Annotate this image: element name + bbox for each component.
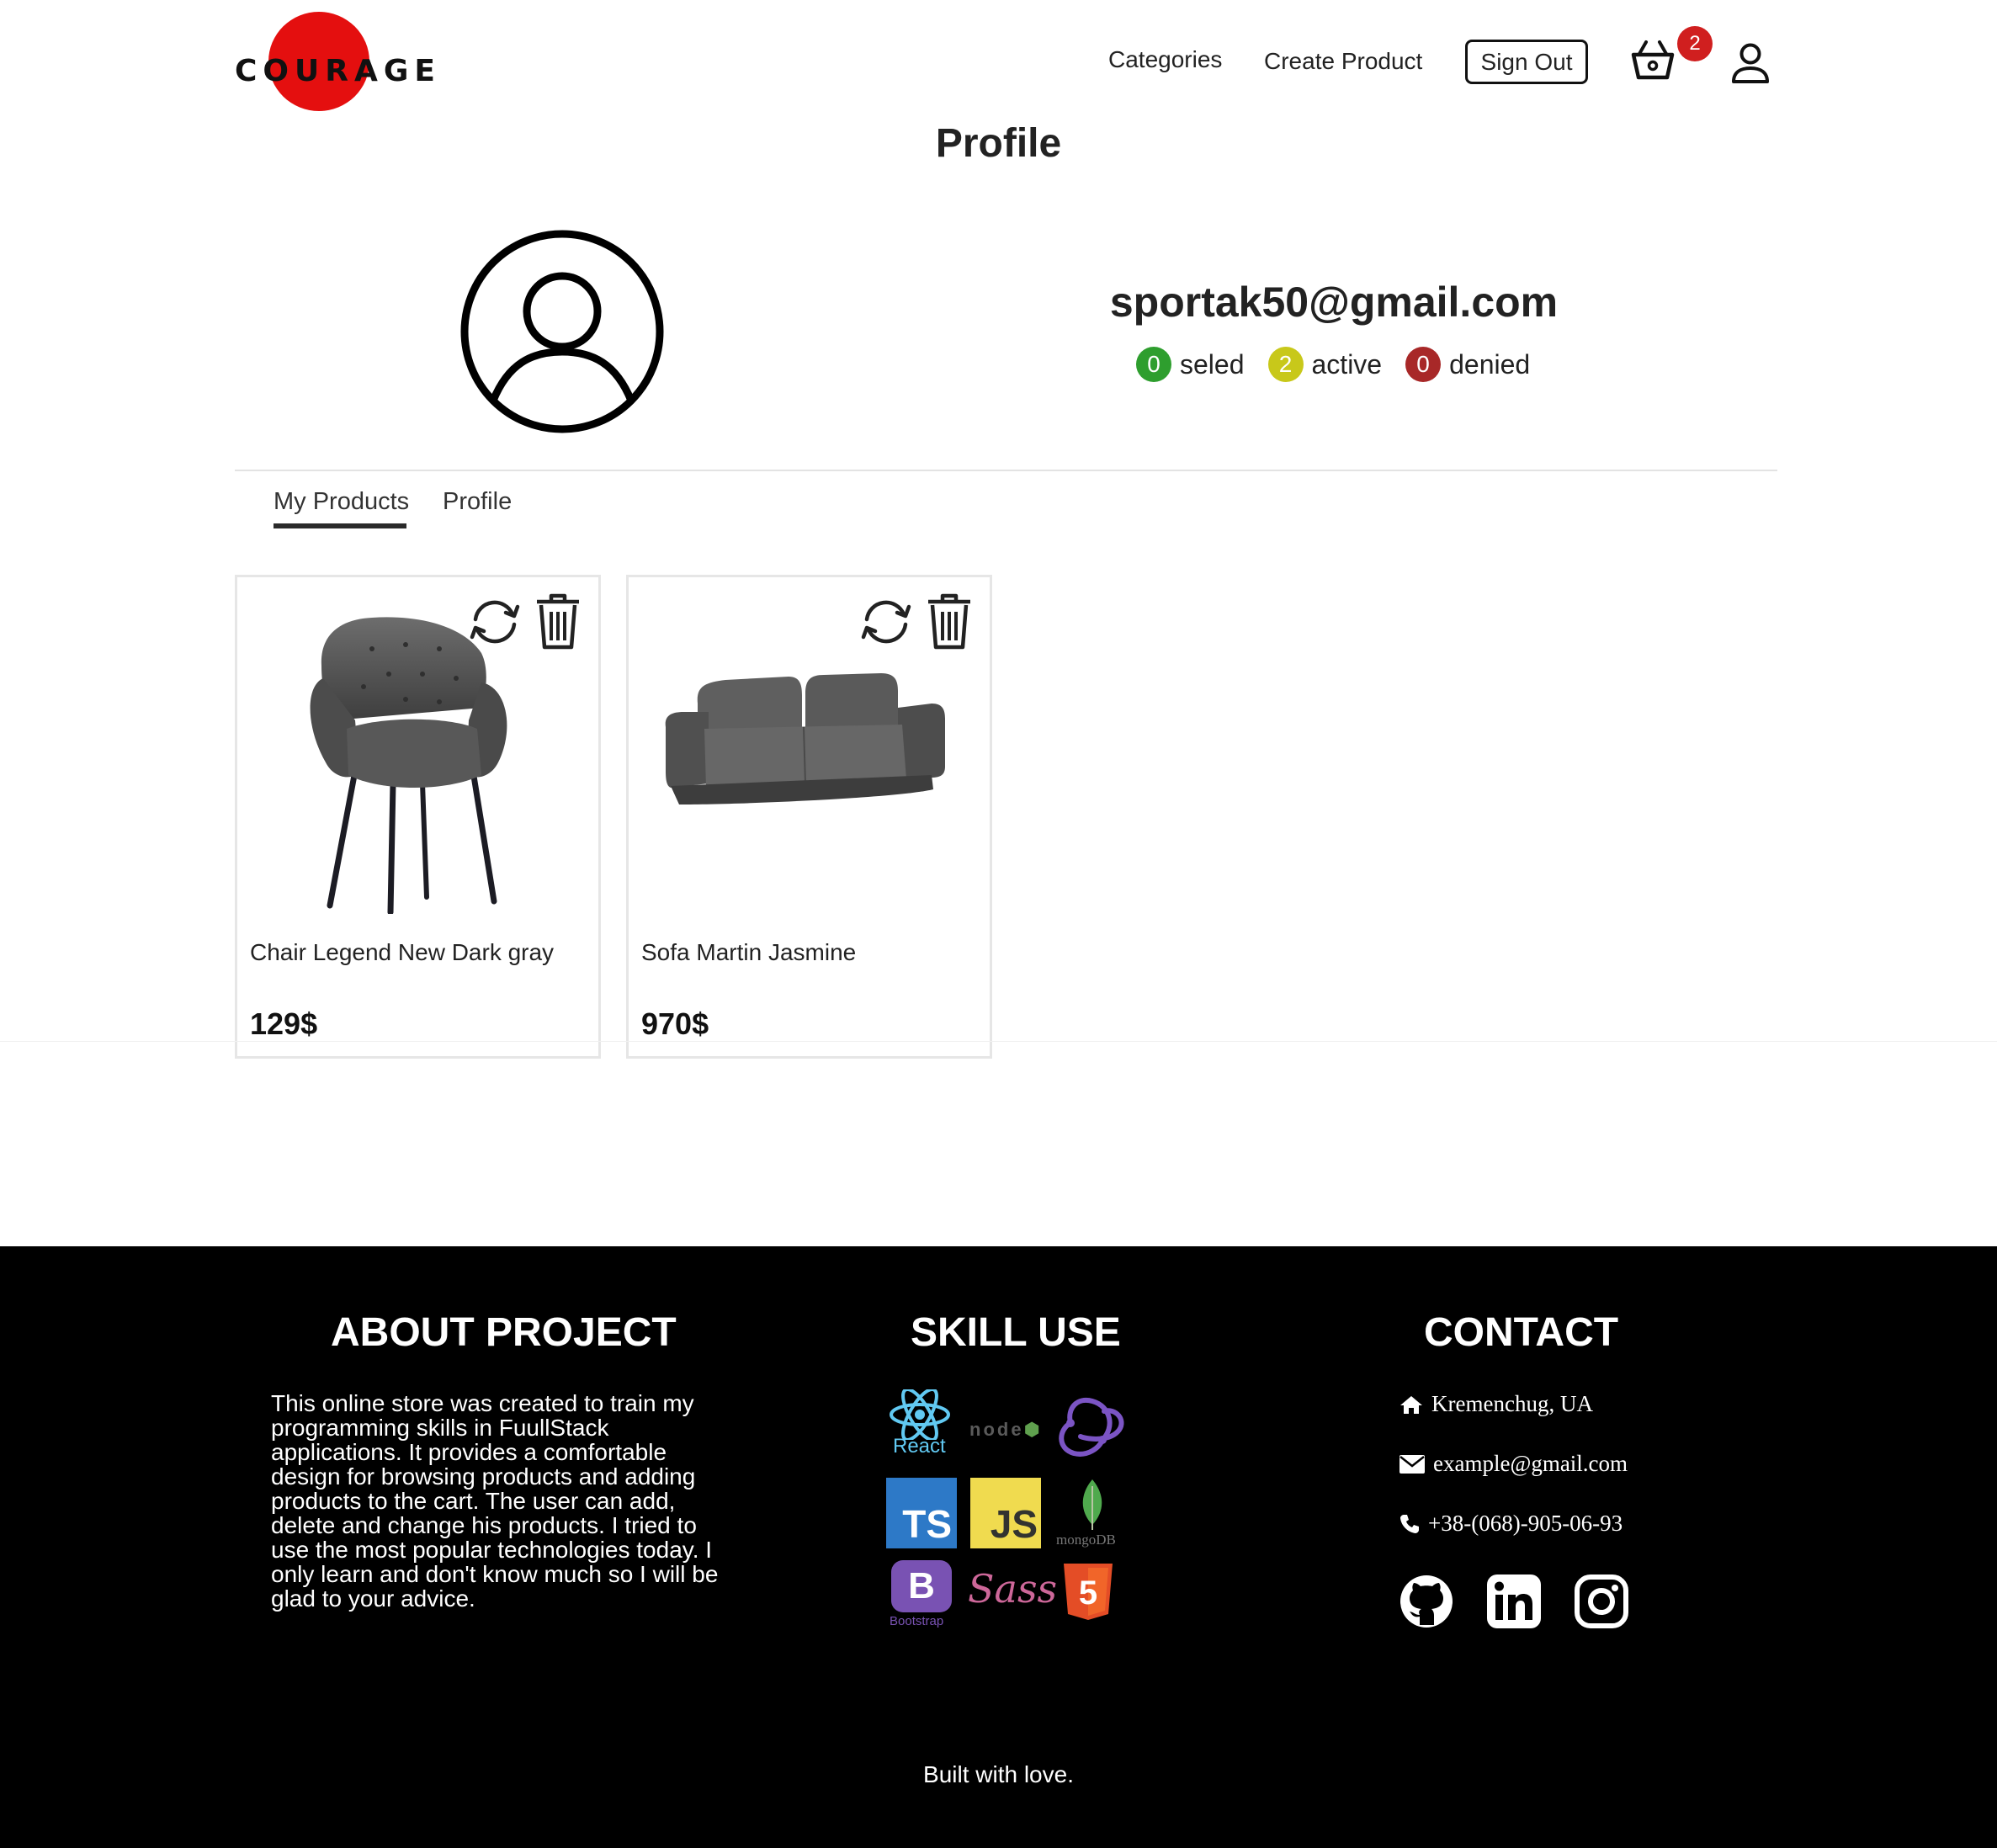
phone-icon: [1400, 1514, 1419, 1533]
html5-label: 5: [1079, 1575, 1097, 1612]
profile-email: sportak50@gmail.com: [1109, 279, 1559, 326]
logo-text: COURAGE: [235, 54, 441, 88]
github-icon[interactable]: [1399, 1575, 1453, 1628]
mongodb-icon: mongoDB: [1054, 1478, 1130, 1553]
home-icon: [1400, 1395, 1422, 1414]
contact-heading: CONTACT: [1424, 1310, 1619, 1355]
stat-sold: 0 seled: [1136, 347, 1245, 382]
stat-active-label: active: [1311, 348, 1383, 380]
sass-label: Sass: [968, 1566, 1058, 1612]
page-title: Profile: [935, 121, 1062, 166]
javascript-label: JS: [990, 1502, 1038, 1546]
contact-phone[interactable]: +38-(068)-905-06-93: [1399, 1511, 1623, 1537]
nodejs-icon: node⬢: [969, 1419, 1045, 1444]
typescript-icon: TS: [886, 1478, 957, 1548]
cart-count-badge: 2: [1677, 26, 1713, 61]
product-stats: 0 seled 2 active 0 denied: [1136, 347, 1530, 382]
nav-categories[interactable]: Categories: [1108, 46, 1222, 73]
bootstrap-mark: B: [891, 1560, 952, 1612]
sass-icon: Sass: [968, 1566, 1057, 1617]
built-with-love: Built with love.: [923, 1761, 1074, 1787]
product-price: 970$: [641, 1006, 709, 1041]
skill-react: React: [886, 1387, 953, 1465]
sign-out-button[interactable]: Sign Out: [1465, 40, 1588, 84]
contact-email[interactable]: example@gmail.com: [1399, 1451, 1628, 1477]
react-icon: [890, 1387, 950, 1442]
trash-icon[interactable]: [924, 592, 975, 651]
envelope-icon: [1399, 1454, 1425, 1474]
instagram-icon[interactable]: [1575, 1575, 1628, 1628]
stat-denied: 0 denied: [1405, 347, 1530, 382]
about-text: This online store was created to train m…: [271, 1390, 719, 1612]
trash-icon[interactable]: [533, 592, 583, 651]
contact-email-text[interactable]: example@gmail.com: [1433, 1451, 1628, 1477]
contact-location-text: Kremenchug, UA: [1431, 1391, 1593, 1416]
redux-icon: [1059, 1397, 1124, 1457]
tab-my-products[interactable]: My Products: [274, 488, 409, 516]
stat-denied-label: denied: [1449, 348, 1531, 380]
stat-active: 2 active: [1267, 347, 1383, 382]
typescript-label: TS: [902, 1502, 952, 1546]
site-footer: ABOUT PROJECT This online store was crea…: [0, 1246, 1997, 1848]
skills-heading: SKILL USE: [911, 1310, 1121, 1355]
active-tab-indicator: [274, 523, 406, 528]
bootstrap-icon: B Bootstrap: [886, 1560, 957, 1631]
product-card[interactable]: Sofa Martin Jasmine 970$: [626, 575, 992, 1059]
refresh-icon[interactable]: [858, 594, 914, 650]
section-divider: [235, 470, 1777, 471]
nodejs-hex: ⬢: [1023, 1419, 1043, 1440]
logo[interactable]: COURAGE: [235, 12, 435, 113]
javascript-icon: JS: [970, 1478, 1041, 1548]
product-card[interactable]: Chair Legend New Dark gray 129$: [235, 575, 601, 1059]
stat-denied-count: 0: [1405, 347, 1442, 382]
nodejs-label: node: [969, 1419, 1024, 1440]
contact-location: Kremenchug, UA: [1399, 1391, 1593, 1417]
stat-active-count: 2: [1267, 347, 1304, 382]
html5-icon: 5: [1064, 1564, 1113, 1620]
refresh-icon[interactable]: [467, 594, 523, 650]
react-label: React: [893, 1435, 946, 1458]
bootstrap-label: Bootstrap: [890, 1614, 944, 1628]
stat-sold-label: seled: [1180, 348, 1245, 380]
avatar-icon: [460, 230, 664, 433]
user-icon[interactable]: [1730, 42, 1771, 84]
basket-icon[interactable]: [1631, 39, 1675, 82]
linkedin-icon[interactable]: [1487, 1575, 1541, 1628]
stat-sold-count: 0: [1136, 347, 1171, 382]
contact-phone-text[interactable]: +38-(068)-905-06-93: [1428, 1511, 1623, 1537]
product-price: 129$: [250, 1006, 318, 1041]
product-name[interactable]: Sofa Martin Jasmine: [641, 939, 856, 966]
site-header: COURAGE Categories Create Product Sign O…: [0, 0, 1997, 118]
product-name[interactable]: Chair Legend New Dark gray: [250, 939, 554, 966]
content-divider: [0, 1041, 1997, 1042]
mongodb-leaf: [1082, 1479, 1102, 1530]
about-heading: ABOUT PROJECT: [331, 1310, 677, 1355]
tab-profile[interactable]: Profile: [443, 488, 512, 516]
mongodb-label: mongoDB: [1056, 1532, 1116, 1548]
nav-create-product[interactable]: Create Product: [1264, 48, 1422, 75]
